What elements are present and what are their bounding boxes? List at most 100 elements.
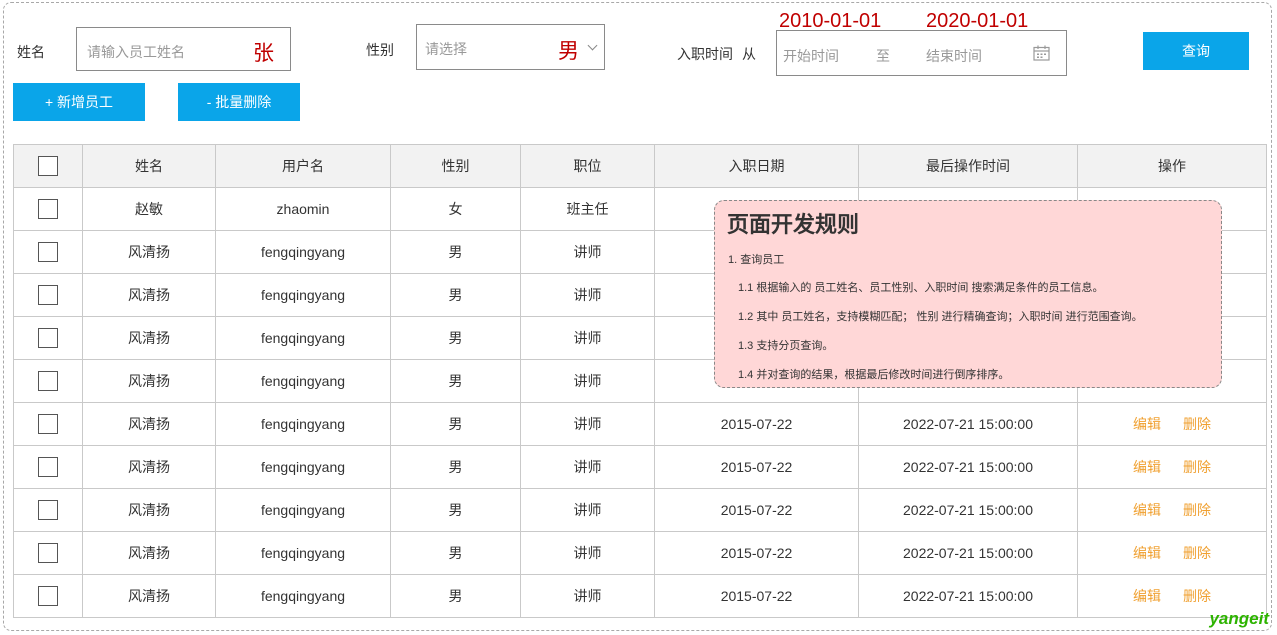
edit-link[interactable]: 编辑 [1133,416,1161,432]
row-checkbox[interactable] [38,543,58,563]
delete-link[interactable]: 删除 [1183,502,1211,518]
cell-gender: 男 [390,230,521,274]
cell-username: fengqingyang [215,359,391,403]
cell-name: 风清扬 [82,359,216,403]
table-row: 风清扬 fengqingyang 男讲师 2015-07-22 2022-07-21 1… [13,574,1267,618]
cell-name: 风清扬 [82,488,216,532]
cell-last-op-time: 2022-07-21 15:00:00 [858,402,1078,446]
row-checkbox[interactable] [38,414,58,434]
date-from-label: 从 [742,46,756,62]
cell-last-op-time: 2022-07-21 15:00:00 [858,531,1078,575]
cell-gender: 男 [390,445,521,489]
cell-hire-date: 2015-07-22 [654,531,859,575]
row-checkbox[interactable] [38,500,58,520]
row-select-cell [13,445,83,489]
row-select-cell [13,273,83,317]
cell-username: fengqingyang [215,445,391,489]
gender-label: 性别 [366,42,394,58]
table-header-row: 姓名 用户名 性别 职位 入职日期 最后操作时间 操作 [13,144,1267,188]
calendar-icon[interactable] [1033,45,1050,61]
dev-rules-note: 页面开发规则 1. 查询员工 1.1 根据输入的 员工姓名、员工性别、入职时间 … [714,200,1222,388]
header-select-all [13,144,83,188]
name-annotation: 张 [253,42,274,65]
add-employee-button[interactable]: + 新增员工 [13,83,145,121]
row-select-cell [13,230,83,274]
cell-position: 讲师 [520,316,655,360]
cell-last-op-time: 2022-07-21 15:00:00 [858,574,1078,618]
header-username: 用户名 [215,144,391,188]
cell-username: fengqingyang [215,488,391,532]
cell-name: 风清扬 [82,574,216,618]
cell-gender: 男 [390,273,521,317]
edit-link[interactable]: 编辑 [1133,545,1161,561]
row-select-cell [13,574,83,618]
cell-gender: 男 [390,402,521,446]
delete-link[interactable]: 删除 [1183,588,1211,604]
row-select-cell [13,488,83,532]
row-checkbox[interactable] [38,199,58,219]
delete-link[interactable]: 删除 [1183,545,1211,561]
cell-hire-date: 2015-07-22 [654,402,859,446]
cell-position: 讲师 [520,402,655,446]
row-checkbox[interactable] [38,586,58,606]
cell-position: 班主任 [520,187,655,231]
cell-gender: 男 [390,488,521,532]
cell-position: 讲师 [520,359,655,403]
date-start-placeholder[interactable]: 开始时间 [783,46,839,66]
table-row: 风清扬 fengqingyang 男讲师 2015-07-22 2022-07-21 1… [13,488,1267,532]
row-select-cell [13,402,83,446]
cell-name: 风清扬 [82,445,216,489]
header-position: 职位 [520,144,655,188]
header-gender: 性别 [390,144,521,188]
date-range-picker[interactable]: 开始时间 至 结束时间 [776,30,1067,76]
table-row: 风清扬 fengqingyang 男讲师 2015-07-22 2022-07-21 1… [13,531,1267,575]
cell-position: 讲师 [520,273,655,317]
row-select-cell [13,531,83,575]
cell-username: zhaomin [215,187,391,231]
cell-hire-date: 2015-07-22 [654,574,859,618]
gender-annotation: 男 [558,40,579,63]
row-select-cell [13,187,83,231]
row-checkbox[interactable] [38,285,58,305]
name-input[interactable]: 请输入员工姓名 张 [76,27,291,71]
edit-link[interactable]: 编辑 [1133,588,1161,604]
delete-link[interactable]: 删除 [1183,416,1211,432]
edit-link[interactable]: 编辑 [1133,459,1161,475]
row-checkbox[interactable] [38,242,58,262]
query-button[interactable]: 查询 [1143,32,1249,70]
row-checkbox[interactable] [38,371,58,391]
note-line: 1.1 根据输入的 员工姓名、员工性别、入职时间 搜索满足条件的员工信息。 [738,282,1104,294]
cell-actions: 编辑 删除 [1077,445,1267,489]
row-select-cell [13,316,83,360]
cell-position: 讲师 [520,488,655,532]
date-end-placeholder[interactable]: 结束时间 [926,46,982,66]
row-checkbox[interactable] [38,328,58,348]
cell-gender: 男 [390,359,521,403]
header-actions: 操作 [1077,144,1267,188]
note-line: 1.2 其中 员工姓名，支持模糊匹配； 性别 进行精确查询；入职时间 进行范围查… [738,311,1143,323]
name-label: 姓名 [17,44,45,60]
cell-gender: 女 [390,187,521,231]
cell-actions: 编辑 删除 [1077,402,1267,446]
batch-delete-button[interactable]: - 批量删除 [178,83,300,121]
cell-gender: 男 [390,574,521,618]
cell-name: 风清扬 [82,402,216,446]
cell-last-op-time: 2022-07-21 15:00:00 [858,445,1078,489]
row-checkbox[interactable] [38,457,58,477]
cell-position: 讲师 [520,531,655,575]
table-row: 风清扬 fengqingyang 男讲师 2015-07-22 2022-07-21 1… [13,402,1267,446]
header-hire-date: 入职日期 [654,144,859,188]
chevron-down-icon [587,40,598,51]
watermark-logo: yangeit [1209,609,1269,628]
select-all-checkbox[interactable] [38,156,58,176]
gender-select[interactable]: 请选择 男 [416,24,605,70]
cell-name: 风清扬 [82,273,216,317]
cell-gender: 男 [390,316,521,360]
cell-actions: 编辑 删除 [1077,488,1267,532]
cell-username: fengqingyang [215,574,391,618]
note-line: 1. 查询员工 [728,254,785,266]
cell-username: fengqingyang [215,316,391,360]
edit-link[interactable]: 编辑 [1133,502,1161,518]
delete-link[interactable]: 删除 [1183,459,1211,475]
cell-username: fengqingyang [215,531,391,575]
